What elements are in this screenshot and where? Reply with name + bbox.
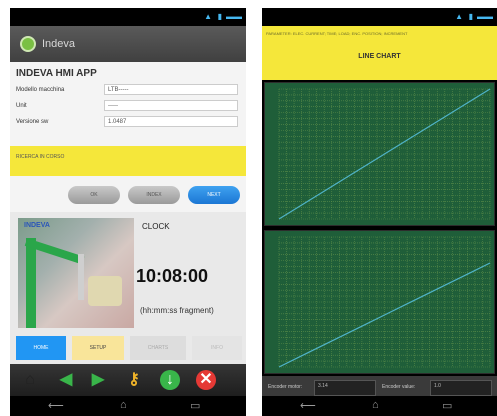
- tab-home[interactable]: HOME: [16, 336, 66, 360]
- field-row: Unit -----: [16, 100, 238, 112]
- home-nav-icon[interactable]: ⌂: [372, 399, 379, 411]
- back-icon[interactable]: ⟵: [300, 399, 316, 412]
- field-row: Versione sw 1.0487: [16, 116, 238, 128]
- field-row: Modello macchina LTB-----: [16, 84, 238, 96]
- home-icon[interactable]: ⌂: [20, 370, 40, 390]
- arrow-left-icon[interactable]: ◀: [56, 370, 76, 390]
- encoder-motor-field[interactable]: 3.14: [314, 380, 376, 396]
- arrow-right-icon[interactable]: ▶: [88, 370, 108, 390]
- app-title: Indeva: [42, 38, 76, 50]
- close-icon[interactable]: ✕: [196, 370, 216, 390]
- download-icon[interactable]: ↓: [160, 370, 180, 390]
- index-button[interactable]: INDEX: [128, 186, 180, 204]
- machine-column: [26, 238, 36, 328]
- parameter-description: PARAMETER: ELEC. CURRENT; TIME; LOAD; EN…: [266, 31, 408, 36]
- home-nav-icon[interactable]: ⌂: [120, 399, 127, 411]
- tab-charts[interactable]: CHARTS: [130, 336, 186, 360]
- clock-time: 10:08:00: [136, 266, 209, 286]
- encoder-value-field[interactable]: 1.0: [430, 380, 492, 396]
- recents-icon[interactable]: ▭: [442, 399, 452, 412]
- wifi-icon: ▲: [204, 12, 212, 21]
- status-message-bar: RICERCA IN CORSO: [10, 146, 246, 176]
- field-label: Unit: [16, 103, 27, 109]
- clock-panel: INDEVA CLOCK 10:08:00 (hh:mm:ss fragment…: [10, 212, 246, 364]
- left-phone-screen: ▲ ▮ ▬▬ Indeva INDEVA HMI APP Modello mac…: [10, 8, 246, 416]
- encoder-value-label: Encoder value:: [382, 384, 416, 390]
- right-phone-screen: ▲ ▮ ▬▬ PARAMETER: ELEC. CURRENT; TIME; L…: [262, 8, 497, 416]
- chart-title: LINE CHART: [358, 53, 401, 60]
- chart-svg: [278, 88, 491, 220]
- clock-label: CLOCK: [142, 222, 170, 231]
- next-button[interactable]: NEXT: [188, 186, 240, 204]
- machine-photo: INDEVA: [18, 218, 134, 328]
- field-label: Modello macchina: [16, 87, 65, 93]
- tab-setup[interactable]: SETUP: [72, 336, 124, 360]
- battery-icon: ▮: [217, 12, 222, 21]
- status-clock-icon: ▬▬: [477, 12, 493, 21]
- chart-svg: [278, 236, 491, 368]
- clock-format: (hh:mm:ss fragment): [140, 306, 214, 315]
- machine-hook: [78, 254, 84, 300]
- encoder-motor-label: Encoder motor:: [268, 384, 303, 390]
- app-logo-icon: [20, 36, 36, 52]
- field-label: Versione sw: [16, 119, 49, 125]
- recents-icon[interactable]: ▭: [190, 399, 200, 412]
- ok-button[interactable]: OK: [68, 186, 120, 204]
- tab-info[interactable]: INFO: [192, 336, 242, 360]
- line-chart-bottom: [264, 230, 495, 374]
- action-bar: Indeva: [10, 26, 246, 62]
- wifi-icon: ▲: [455, 12, 463, 21]
- bottom-toolbar: ⌂ ◀ ▶ ⚷ ↓ ✕: [10, 364, 246, 396]
- key-icon[interactable]: ⚷: [124, 370, 144, 390]
- android-nav-bar: ⟵ ⌂ ▭: [262, 396, 497, 416]
- machine-load: [88, 276, 122, 306]
- connection-panel: INDEVA HMI APP Modello macchina LTB-----…: [10, 62, 246, 212]
- status-message: RICERCA IN CORSO: [16, 154, 65, 160]
- status-bar: ▲ ▮ ▬▬: [10, 8, 246, 26]
- field-value-input[interactable]: 1.0487: [104, 116, 238, 127]
- photo-brand-logo: INDEVA: [24, 222, 50, 229]
- page-title: INDEVA HMI APP: [16, 68, 97, 79]
- back-icon[interactable]: ⟵: [48, 399, 64, 412]
- battery-icon: ▮: [468, 12, 473, 21]
- status-bar: ▲ ▮ ▬▬: [262, 8, 497, 26]
- line-chart-top: [264, 82, 495, 226]
- status-clock-icon: ▬▬: [226, 12, 242, 21]
- field-value-input[interactable]: -----: [104, 100, 238, 111]
- android-nav-bar: ⟵ ⌂ ▭: [10, 396, 246, 416]
- field-value-input[interactable]: LTB-----: [104, 84, 238, 95]
- chart-header: PARAMETER: ELEC. CURRENT; TIME; LOAD; EN…: [262, 26, 497, 80]
